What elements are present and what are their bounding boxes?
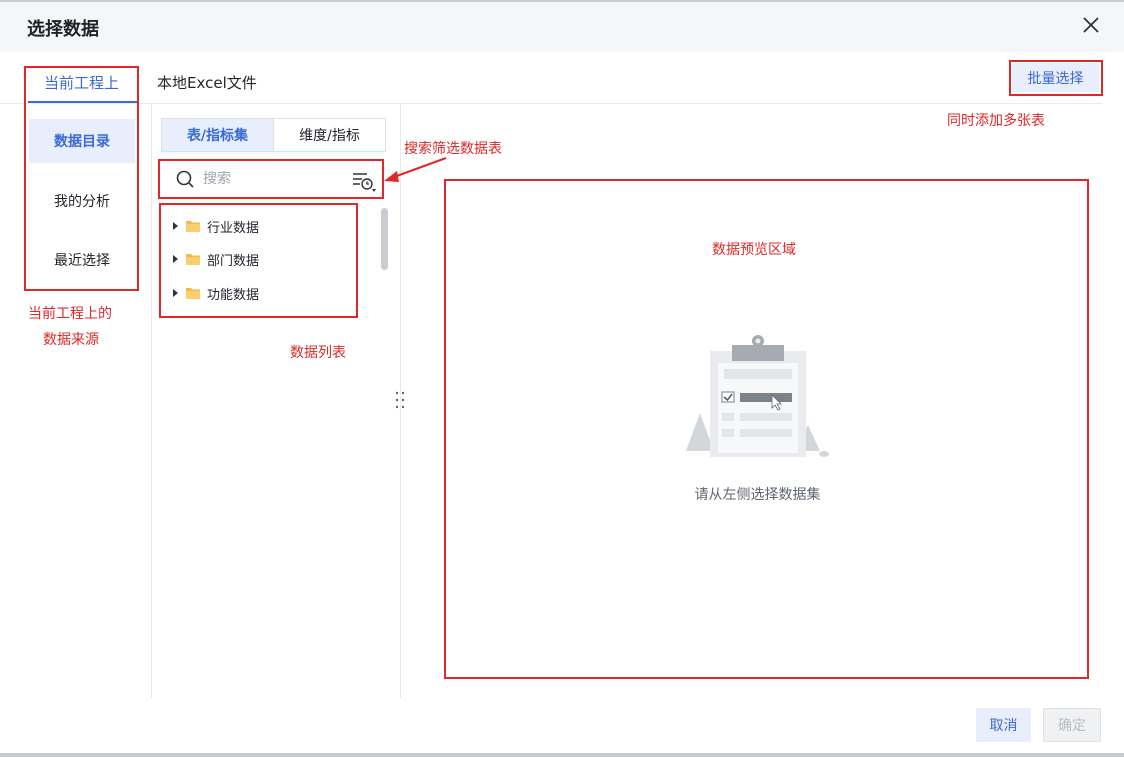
annotation-box-batch	[1009, 60, 1103, 96]
annotation-source-line1: 当前工程上的	[28, 306, 112, 322]
annotation-batch-add: 同时添加多张表	[947, 113, 1045, 129]
drag-handle-icon[interactable]	[394, 390, 406, 410]
annotation-preview-area: 数据预览区域	[712, 242, 796, 258]
dialog-header	[0, 0, 1124, 52]
subtab-group: 表/指标集 维度/指标	[161, 118, 386, 152]
subtab-tables-metrics[interactable]: 表/指标集	[162, 119, 274, 151]
annotation-source-line2: 数据来源	[43, 332, 99, 348]
tab-local-excel[interactable]: 本地Excel文件	[157, 72, 257, 93]
annotation-data-list: 数据列表	[290, 345, 346, 361]
cancel-button[interactable]: 取消	[976, 708, 1031, 742]
column-divider	[151, 104, 152, 698]
annotation-arrow-icon	[384, 157, 447, 182]
confirm-button[interactable]: 确定	[1043, 708, 1101, 742]
dialog-title: 选择数据	[27, 19, 99, 40]
subtab-dimensions-metrics[interactable]: 维度/指标	[274, 119, 385, 151]
dialog-bottom-border	[0, 753, 1124, 757]
tabs-divider	[0, 103, 1102, 104]
annotation-box-sources	[24, 66, 139, 291]
close-icon[interactable]	[1078, 12, 1104, 38]
annotation-box-search	[158, 159, 384, 199]
tree-scrollbar[interactable]	[381, 208, 388, 270]
annotation-box-list	[159, 203, 358, 318]
